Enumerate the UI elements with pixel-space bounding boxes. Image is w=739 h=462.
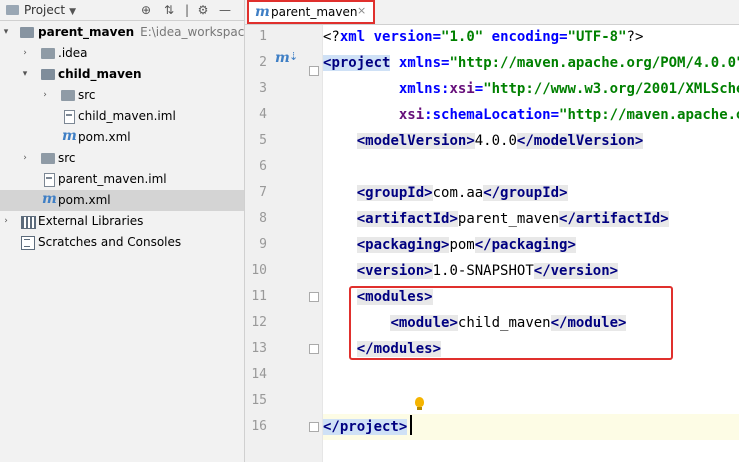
editor-tab-bar: m parent_maven × <box>245 0 739 25</box>
fold-marker[interactable] <box>309 422 319 432</box>
tree-item-label: parent_maven E:\idea_workspace\ <box>38 22 245 43</box>
tree-item-parent-iml[interactable]: parent_maven.iml <box>0 169 244 190</box>
tree-item-child-maven[interactable]: ▾ child_maven <box>0 64 244 85</box>
line-number: 2 <box>259 55 267 70</box>
line-number: 13 <box>251 341 267 356</box>
modules-annotation-box <box>349 286 673 360</box>
line-number: 14 <box>251 367 267 382</box>
folder-icon <box>41 153 55 164</box>
tree-item-scratches[interactable]: Scratches and Consoles <box>0 232 244 253</box>
tree-item-external-libraries[interactable]: › External Libraries <box>0 211 244 232</box>
tree-item-label: Scratches and Consoles <box>38 235 182 249</box>
tree-item-label: parent_maven.iml <box>58 172 167 186</box>
line-number: 7 <box>259 185 267 200</box>
code-line-16: </project> <box>323 419 408 435</box>
tab-pom-xml[interactable]: m parent_maven × <box>247 0 375 24</box>
line-number: 9 <box>259 237 267 252</box>
project-view-label: Project <box>24 3 66 17</box>
collapse-all-icon[interactable]: ⇅ <box>160 1 178 19</box>
project-panel-toolbar: Project ▼ ⊕ ⇅ | ⚙ — <box>0 0 244 21</box>
tree-item-idea[interactable]: › .idea <box>0 43 244 64</box>
tree-item-label: External Libraries <box>38 214 144 228</box>
project-folder-icon <box>6 5 19 15</box>
maven-module-gutter-icon[interactable]: m <box>275 50 290 66</box>
tree-item-src[interactable]: › src <box>0 148 244 169</box>
project-path: E:\idea_workspace\ <box>140 25 245 39</box>
tree-item-child-iml[interactable]: child_maven.iml <box>0 106 244 127</box>
code-line-1: <?xml version="1.0" encoding="UTF-8"?> <box>323 29 644 45</box>
chevron-down-icon[interactable]: ▾ <box>20 64 30 85</box>
maven-m-icon: m <box>42 191 57 207</box>
libraries-icon <box>21 216 36 229</box>
tree-item-label: pom.xml <box>58 193 111 207</box>
folder-icon <box>20 27 34 38</box>
tree-item-parent-maven[interactable]: ▾ parent_maven E:\idea_workspace\ <box>0 22 244 43</box>
chevron-right-icon[interactable]: › <box>20 148 30 169</box>
minimize-icon[interactable]: — <box>216 1 234 19</box>
code-editor[interactable]: <?xml version="1.0" encoding="UTF-8"?> <… <box>323 25 739 462</box>
text-caret <box>410 415 412 435</box>
line-number: 10 <box>251 263 267 278</box>
gear-icon[interactable]: ⚙ <box>194 1 212 19</box>
chevron-down-icon: ▼ <box>69 7 76 17</box>
line-number: 3 <box>259 81 267 96</box>
code-line-4: xsi:schemaLocation="http://maven.apache.… <box>398 107 739 123</box>
scratches-icon <box>21 236 35 250</box>
code-line-3: xmlns:xsi="http://www.w3.org/2001/XMLSch… <box>398 81 739 97</box>
module-folder-icon <box>41 69 55 80</box>
locate-target-icon[interactable]: ⊕ <box>137 1 155 19</box>
project-tool-window: Project ▼ ⊕ ⇅ | ⚙ — ▾ parent_maven E:\idea… <box>0 0 245 462</box>
folder-icon <box>61 90 75 101</box>
line-number: 16 <box>251 419 267 434</box>
code-line-9: <packaging>pom</packaging> <box>356 237 576 253</box>
code-line-2: <project xmlns="http://maven.apache.org/… <box>323 55 739 71</box>
tab-label: parent_maven <box>271 5 358 19</box>
line-number: 8 <box>259 211 267 226</box>
tree-item-label: pom.xml <box>78 130 131 144</box>
tree-item-child-src[interactable]: › src <box>0 85 244 106</box>
chevron-right-icon[interactable]: › <box>40 85 50 106</box>
maven-m-icon: m <box>255 4 270 20</box>
tree-item-label: src <box>78 88 96 102</box>
line-number: 12 <box>251 315 267 330</box>
chevron-down-icon[interactable]: ▾ <box>1 22 11 43</box>
tree-item-child-pom[interactable]: m pom.xml <box>0 127 244 148</box>
lightbulb-icon[interactable] <box>415 397 424 410</box>
line-number: 15 <box>251 393 267 408</box>
iml-file-icon <box>64 110 75 124</box>
folder-icon <box>41 48 55 59</box>
line-number: 1 <box>259 29 267 44</box>
fold-marker[interactable] <box>309 292 319 302</box>
chevron-right-icon[interactable]: › <box>20 43 30 64</box>
fold-marker[interactable] <box>309 344 319 354</box>
code-line-5: <modelVersion>4.0.0</modelVersion> <box>356 133 644 149</box>
maven-m-icon: m <box>62 128 77 144</box>
arrow-down-icon[interactable]: ⇣ <box>289 50 298 63</box>
tree-item-parent-pom[interactable]: m pom.xml <box>0 190 244 211</box>
code-line-8: <artifactId>parent_maven</artifactId> <box>356 211 669 227</box>
close-icon[interactable]: × <box>357 4 366 17</box>
line-number: 4 <box>259 107 267 122</box>
line-number: 11 <box>251 289 267 304</box>
code-line-7: <groupId>com.aa</groupId> <box>356 185 568 201</box>
chevron-right-icon[interactable]: › <box>1 211 11 232</box>
tree-item-label: src <box>58 151 76 165</box>
code-line-10: <version>1.0-SNAPSHOT</version> <box>356 263 619 279</box>
fold-marker[interactable] <box>309 66 319 76</box>
iml-file-icon <box>44 173 55 187</box>
tree-item-label: .idea <box>58 46 88 60</box>
tree-item-label: child_maven.iml <box>78 109 176 123</box>
line-number: 6 <box>259 159 267 174</box>
line-number: 5 <box>259 133 267 148</box>
tree-item-label: child_maven <box>58 67 142 81</box>
project-view-selector[interactable]: Project ▼ <box>6 0 76 20</box>
